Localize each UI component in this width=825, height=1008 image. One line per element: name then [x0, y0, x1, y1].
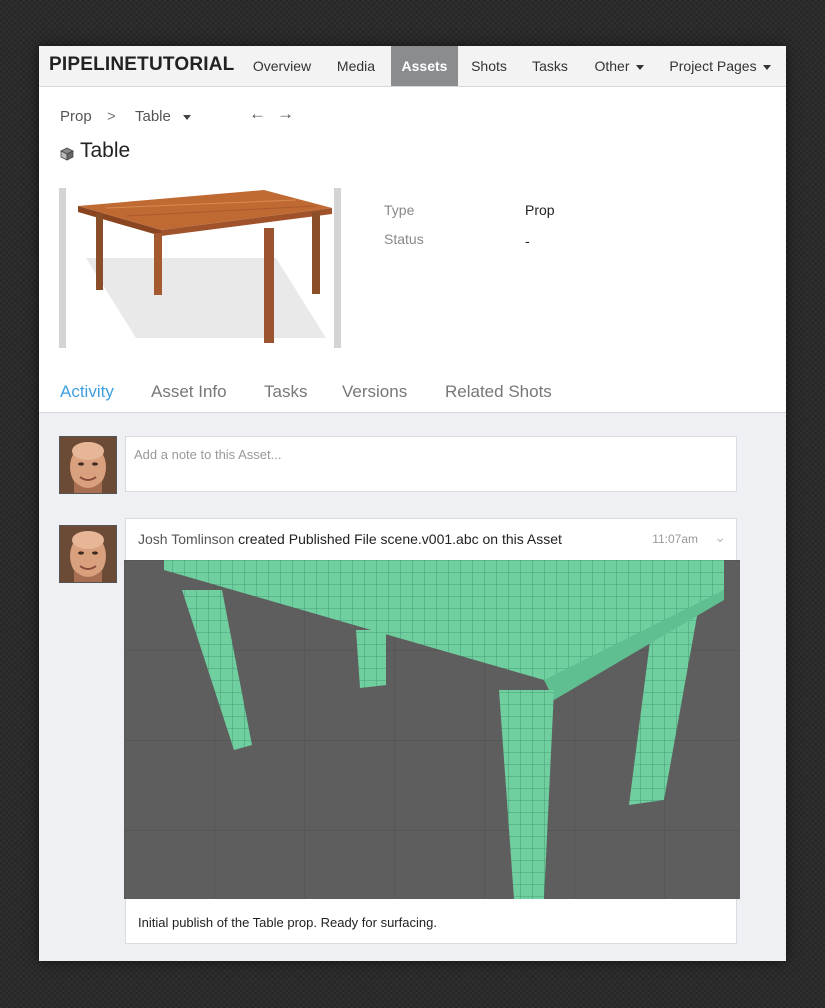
activity-action-text: created Published File scene.v001.abc on…: [238, 531, 562, 547]
chevron-down-icon: [182, 114, 191, 120]
status-label: Status: [384, 231, 424, 247]
page-title: Table: [80, 139, 131, 162]
activity-caption: Initial publish of the Table prop. Ready…: [138, 915, 437, 930]
nav-other[interactable]: Other: [587, 46, 651, 86]
tab-activity[interactable]: Activity: [60, 382, 114, 402]
user-avatar-image: [60, 437, 116, 493]
type-value[interactable]: Prop: [525, 202, 555, 218]
nav-media[interactable]: Media: [326, 46, 386, 86]
prev-arrow-icon[interactable]: ←: [249, 104, 266, 124]
breadcrumb-parent[interactable]: Prop: [60, 108, 92, 125]
activity-header: Josh Tomlinson created Published File sc…: [138, 531, 562, 547]
nav-other-label: Other: [594, 58, 630, 74]
tab-asset-info[interactable]: Asset Info: [151, 382, 227, 402]
chevron-down-icon[interactable]: ⌄: [714, 529, 726, 546]
wireframe-table-image: [124, 560, 740, 899]
nav-overview[interactable]: Overview: [242, 46, 322, 86]
user-avatar-image: [60, 526, 116, 582]
chevron-down-icon: [762, 64, 771, 70]
tab-versions[interactable]: Versions: [342, 382, 407, 402]
activity-user-link[interactable]: Josh Tomlinson: [138, 531, 234, 547]
tab-related-shots[interactable]: Related Shots: [445, 382, 552, 402]
app-window: PIPELINETUTORIAL Overview Media Assets S…: [39, 46, 786, 961]
nav-tasks[interactable]: Tasks: [523, 46, 577, 86]
type-label: Type: [384, 202, 415, 218]
breadcrumb-current-label: Table: [135, 108, 171, 125]
note-input[interactable]: Add a note to this Asset...: [125, 436, 737, 492]
cube-icon: [60, 147, 74, 161]
top-nav: PIPELINETUTORIAL Overview Media Assets S…: [39, 46, 786, 87]
table-thumbnail-image: [78, 190, 332, 343]
nav-project-pages-label: Project Pages: [669, 58, 757, 74]
breadcrumb-current[interactable]: Table: [135, 108, 191, 125]
avatar[interactable]: [59, 525, 117, 583]
avatar[interactable]: [59, 436, 117, 494]
status-value[interactable]: -: [525, 233, 530, 249]
project-brand[interactable]: PIPELINETUTORIAL: [49, 54, 234, 76]
nav-shots[interactable]: Shots: [463, 46, 515, 86]
activity-timestamp: 11:07am: [652, 532, 698, 546]
asset-thumbnail[interactable]: [59, 188, 341, 348]
note-placeholder: Add a note to this Asset...: [134, 447, 282, 462]
tab-tasks[interactable]: Tasks: [264, 382, 307, 402]
chevron-down-icon: [635, 64, 644, 70]
nav-project-pages[interactable]: Project Pages: [662, 46, 778, 86]
breadcrumb-separator: >: [107, 108, 116, 125]
next-arrow-icon[interactable]: →: [277, 104, 294, 124]
activity-stream: Add a note to this Asset... Josh Tomlins…: [39, 413, 786, 961]
nav-assets[interactable]: Assets: [391, 46, 458, 86]
published-file-preview[interactable]: [124, 560, 740, 899]
activity-card: Josh Tomlinson created Published File sc…: [124, 518, 740, 944]
